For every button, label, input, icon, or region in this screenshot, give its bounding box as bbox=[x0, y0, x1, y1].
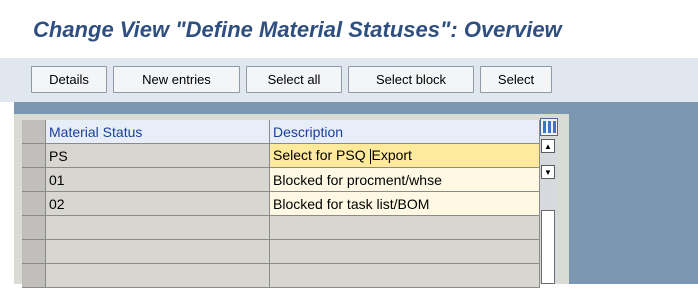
material-status-cell: 01 bbox=[46, 168, 270, 192]
column-header-material-status[interactable]: Material Status bbox=[46, 120, 270, 144]
row-selector[interactable] bbox=[22, 144, 46, 168]
page-title: Change View "Define Material Statuses": … bbox=[33, 17, 562, 42]
select-all-button[interactable]: Select all bbox=[246, 66, 342, 93]
table-settings-icon[interactable] bbox=[540, 118, 558, 136]
description-cell[interactable]: Blocked for procment/whse bbox=[270, 168, 540, 192]
row-selector[interactable] bbox=[22, 216, 46, 240]
select-all-rows-cell[interactable] bbox=[22, 120, 46, 144]
material-status-cell-empty[interactable] bbox=[46, 264, 270, 288]
material-status-cell: 02 bbox=[46, 192, 270, 216]
description-text: Select for PSQ Export bbox=[273, 147, 412, 164]
description-cell-active[interactable]: Select for PSQ Export bbox=[270, 144, 540, 168]
row-selector[interactable] bbox=[22, 192, 46, 216]
row-selector[interactable] bbox=[22, 240, 46, 264]
row-selector[interactable] bbox=[22, 168, 46, 192]
title-bar: Change View "Define Material Statuses": … bbox=[0, 0, 698, 58]
arrow-down-icon[interactable]: ▼ bbox=[541, 165, 555, 179]
description-cell-empty[interactable] bbox=[270, 240, 540, 264]
material-status-cell-empty[interactable] bbox=[46, 240, 270, 264]
description-cell[interactable]: Blocked for task list/BOM bbox=[270, 192, 540, 216]
select-block-button[interactable]: Select block bbox=[348, 66, 474, 93]
material-status-cell-empty[interactable] bbox=[46, 216, 270, 240]
description-cell-empty[interactable] bbox=[270, 216, 540, 240]
new-entries-button[interactable]: New entries bbox=[113, 66, 240, 93]
description-cell-empty[interactable] bbox=[270, 264, 540, 288]
text-cursor bbox=[370, 148, 372, 164]
column-header-description[interactable]: Description bbox=[270, 120, 540, 144]
material-status-cell: PS bbox=[46, 144, 270, 168]
row-selector[interactable] bbox=[22, 264, 46, 288]
scrollbar-thumb[interactable] bbox=[541, 210, 555, 284]
content-left-margin bbox=[0, 102, 14, 284]
table-control: Material Status Description PS Select fo… bbox=[14, 114, 569, 288]
details-button[interactable]: Details bbox=[31, 66, 107, 93]
select-button[interactable]: Select bbox=[480, 66, 552, 93]
arrow-up-icon[interactable]: ▲ bbox=[541, 139, 555, 153]
